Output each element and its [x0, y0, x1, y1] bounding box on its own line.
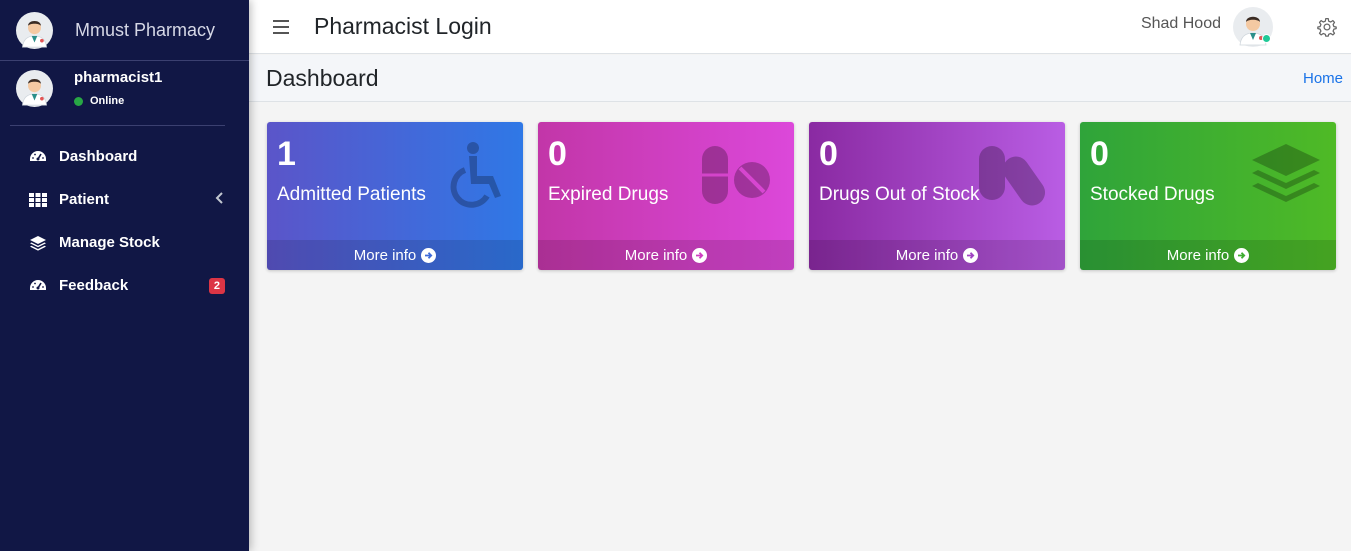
sidebar-item-patient[interactable]: Patient	[0, 178, 249, 221]
pills-icon	[702, 146, 770, 204]
stocked-drugs-card: 0 Stocked Drugs More info	[1080, 122, 1336, 270]
sidebar-item-label: Feedback	[59, 277, 129, 294]
sidebar-item-label: Manage Stock	[59, 234, 160, 251]
user-status: Online	[74, 95, 162, 107]
sidebar-item-manage-stock[interactable]: Manage Stock	[0, 221, 249, 264]
more-info-label: More info	[353, 246, 417, 264]
chevron-left-icon	[215, 191, 225, 209]
brand-link[interactable]: Mmust Pharmacy	[0, 0, 249, 61]
breadcrumb-home-link[interactable]: Home	[1303, 70, 1343, 87]
user-status-label: Online	[90, 95, 125, 107]
top-navbar: Pharmacist Login Shad Hood	[249, 0, 1351, 54]
card-more-info-link[interactable]: More info	[267, 240, 523, 270]
online-indicator-icon	[74, 96, 83, 106]
dashboard-cards: 1 Admitted Patients More info 0 Expired …	[267, 122, 1336, 270]
feedback-count-badge: 2	[208, 277, 225, 294]
topbar-title: Pharmacist Login	[314, 13, 492, 39]
arrow-circle-right-icon	[692, 247, 708, 263]
user-name[interactable]: pharmacist1	[74, 69, 162, 86]
card-more-info-link[interactable]: More info	[809, 240, 1065, 270]
menu-toggle-icon[interactable]	[273, 19, 289, 34]
brand-name: Mmust Pharmacy	[75, 19, 216, 40]
more-info-label: More info	[1166, 246, 1230, 264]
more-info-label: More info	[624, 246, 688, 264]
expired-drugs-card: 0 Expired Drugs More info	[538, 122, 794, 270]
sidebar: Mmust Pharmacy pharmacist1 Online Dashbo…	[0, 0, 249, 551]
card-more-info-link[interactable]: More info	[538, 240, 794, 270]
user-avatar	[16, 70, 53, 107]
tachometer-icon	[27, 277, 49, 295]
sidebar-item-dashboard[interactable]: Dashboard	[0, 135, 249, 178]
capsules-icon	[979, 146, 1046, 206]
more-info-label: More info	[895, 246, 959, 264]
arrow-circle-right-icon	[1234, 247, 1250, 263]
sidebar-item-feedback[interactable]: Feedback 2	[0, 264, 249, 307]
sidebar-nav: Dashboard Patient Manage Stock Feedback …	[0, 135, 249, 307]
wheelchair-icon	[450, 142, 501, 208]
top-user-name[interactable]: Shad Hood	[1141, 15, 1221, 33]
admitted-patients-card: 1 Admitted Patients More info	[267, 122, 523, 270]
layers-icon	[27, 234, 49, 252]
user-panel: pharmacist1 Online	[10, 61, 225, 126]
arrow-circle-right-icon	[963, 247, 979, 263]
page-title: Dashboard	[266, 64, 379, 91]
sidebar-item-label: Dashboard	[59, 148, 138, 165]
card-more-info-link[interactable]: More info	[1080, 240, 1336, 270]
layers-icon	[1252, 144, 1320, 202]
gear-icon[interactable]	[1317, 17, 1337, 37]
sidebar-item-label: Patient	[59, 191, 110, 208]
tachometer-icon	[27, 148, 49, 166]
content-header: Dashboard Home	[249, 55, 1351, 102]
grid-icon	[27, 191, 49, 209]
top-user-avatar[interactable]	[1233, 7, 1273, 47]
online-indicator-icon	[1262, 33, 1271, 43]
arrow-circle-right-icon	[421, 247, 437, 263]
drugs-out-of-stock-card: 0 Drugs Out of Stock More info	[809, 122, 1065, 270]
brand-logo	[16, 12, 53, 49]
